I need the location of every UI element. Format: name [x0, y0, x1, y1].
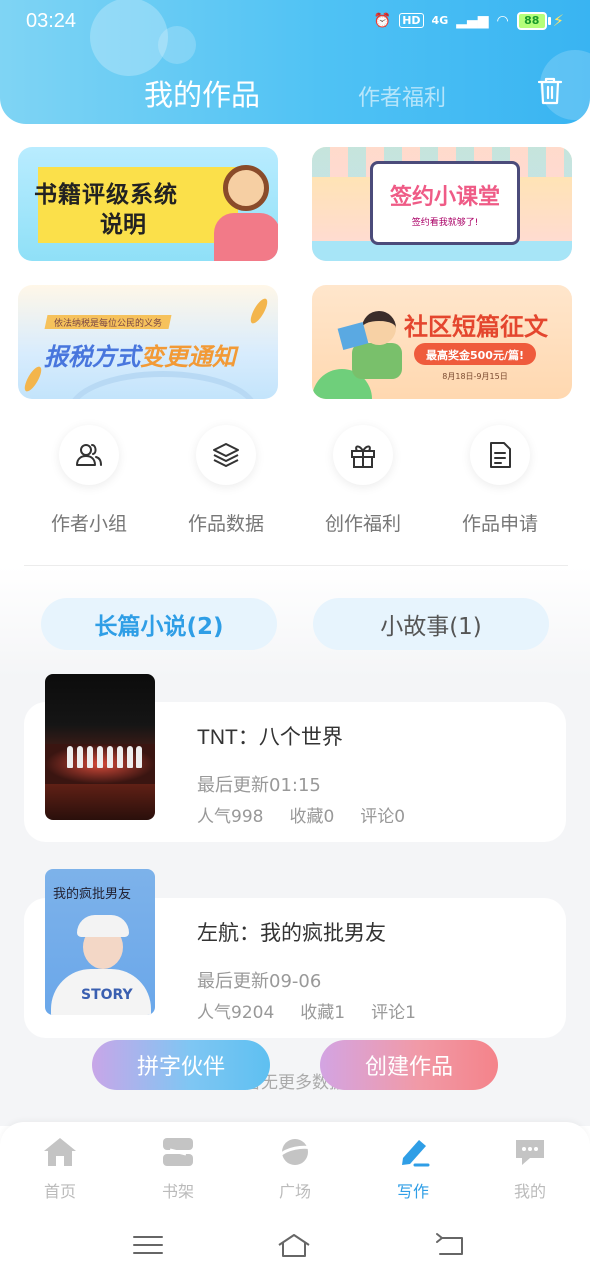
- nav-bookshelf[interactable]: 书架: [128, 1136, 228, 1202]
- cover-title: 我的疯批男友: [53, 887, 132, 902]
- writing-partner-button[interactable]: 拼字伙伴: [92, 1040, 270, 1090]
- banner-title: 社区短篇征文: [404, 313, 548, 341]
- work-last-updated: 最后更新09-06: [197, 971, 322, 992]
- layers-icon: [213, 443, 239, 467]
- work-comments: 评论0: [360, 807, 406, 827]
- nav-label: 写作: [396, 1182, 429, 1201]
- illustration-girl: [214, 213, 278, 261]
- menu-icon[interactable]: [130, 1230, 166, 1260]
- banner-title: 签约小课堂: [389, 185, 500, 210]
- banner-subtitle: 签约看我就够了!: [411, 218, 479, 228]
- tab-short-story[interactable]: 小故事(1): [313, 598, 549, 650]
- banner-prize: 最高奖金500元/篇!: [426, 349, 524, 362]
- gift-icon: [351, 445, 375, 468]
- home-icon: [44, 1138, 76, 1166]
- quick-action-author-group[interactable]: 作者小组: [29, 425, 149, 536]
- quick-action-label: 作品申请: [461, 514, 538, 535]
- nav-me[interactable]: 我的: [480, 1136, 580, 1202]
- work-popularity: 人气9204: [197, 1003, 275, 1023]
- nav-label: 我的: [513, 1182, 546, 1201]
- banner-subtitle: 说明: [100, 212, 146, 238]
- banner-tag: 依法纳税是每位公民的义务: [54, 319, 163, 329]
- tab-long-novel[interactable]: 长篇小说(2): [41, 598, 277, 650]
- work-title[interactable]: 左航：我的疯批男友: [197, 917, 386, 947]
- wifi-icon: ◠: [496, 12, 509, 29]
- battery-icon: 88 ⚡: [516, 11, 564, 30]
- signal-icon: ▂▄▆: [456, 12, 489, 29]
- trash-icon[interactable]: [536, 76, 564, 106]
- system-nav-bar: [0, 1210, 590, 1280]
- tab-author-benefits[interactable]: 作者福利: [358, 80, 446, 112]
- document-icon: [490, 442, 511, 468]
- header: 03:24 ⏰ HD 4G ▂▄▆ ◠ 88 ⚡ 我的作品 作者福利: [0, 0, 590, 124]
- work-title[interactable]: TNT：八个世界: [197, 721, 343, 751]
- work-favorites: 收藏1: [300, 1003, 346, 1023]
- nav-label: 首页: [43, 1182, 76, 1201]
- planet-icon: [277, 1139, 312, 1165]
- banner-short-story-contest[interactable]: 社区短篇征文 最高奖金500元/篇! 8月18日-9月15日: [312, 285, 572, 399]
- works-list-area: [0, 566, 590, 1126]
- quick-action-work-data[interactable]: 作品数据: [166, 425, 286, 536]
- work-last-updated: 最后更新01:15: [197, 775, 321, 796]
- pen-icon: [402, 1140, 430, 1167]
- banner-contract-class[interactable]: 签约小课堂 签约看我就够了!: [312, 147, 572, 261]
- quick-action-creation-benefits[interactable]: 创作福利: [303, 425, 423, 536]
- back-icon[interactable]: [432, 1230, 468, 1260]
- work-stats: 人气998 收藏0 评论0: [197, 802, 405, 827]
- battery-level: 88: [516, 11, 547, 30]
- work-stats: 人气9204 收藏1 评论1: [197, 998, 416, 1023]
- quick-action-work-application[interactable]: 作品申请: [440, 425, 560, 536]
- alarm-icon: ⏰: [373, 12, 392, 29]
- status-icons: ⏰ HD 4G ▂▄▆ ◠ 88 ⚡: [374, 11, 564, 30]
- banner-tax-notice[interactable]: 依法纳税是每位公民的义务 报税方式变更通知: [18, 285, 278, 399]
- work-cover[interactable]: 我的疯批男友 STORY: [45, 869, 155, 1015]
- home-nav-icon[interactable]: [276, 1230, 312, 1260]
- chat-bubble-icon: [516, 1140, 544, 1165]
- illustration-boy: [352, 343, 402, 379]
- work-popularity: 人气998: [197, 807, 264, 827]
- work-favorites: 收藏0: [289, 807, 335, 827]
- nav-write[interactable]: 写作: [363, 1136, 463, 1202]
- create-work-button[interactable]: 创建作品: [320, 1040, 498, 1090]
- bookshelf-icon: [163, 1138, 193, 1166]
- people-icon: [76, 444, 102, 466]
- tab-my-works[interactable]: 我的作品: [144, 72, 260, 114]
- cover-shirt-text: STORY: [81, 987, 133, 1003]
- quick-action-label: 创作福利: [324, 514, 401, 535]
- nav-label: 书架: [161, 1182, 194, 1201]
- network-label: 4G: [431, 14, 449, 27]
- nav-label: 广场: [278, 1182, 311, 1201]
- status-time: 03:24: [26, 10, 77, 32]
- bottom-tab-bar: 首页 书架 广场 写作 我的: [0, 1122, 590, 1210]
- banner-title: 书籍评级系统: [34, 182, 178, 208]
- nav-home[interactable]: 首页: [10, 1136, 110, 1202]
- hd-icon: HD: [399, 13, 424, 28]
- list-footer: 暂无更多数据: [244, 1073, 346, 1093]
- quick-action-label: 作品数据: [187, 514, 264, 535]
- charging-icon: ⚡: [552, 11, 564, 30]
- banner-dates: 8月18日-9月15日: [442, 372, 508, 381]
- nav-plaza[interactable]: 广场: [245, 1136, 345, 1202]
- banner-rating-system[interactable]: 书籍评级系统 说明: [18, 147, 278, 261]
- quick-action-label: 作者小组: [50, 514, 127, 535]
- work-comments: 评论1: [371, 1003, 416, 1023]
- status-bar: 03:24 ⏰ HD 4G ▂▄▆ ◠ 88 ⚡: [0, 0, 590, 46]
- banner-title: 报税方式变更通知: [44, 343, 236, 371]
- work-cover[interactable]: [45, 674, 155, 820]
